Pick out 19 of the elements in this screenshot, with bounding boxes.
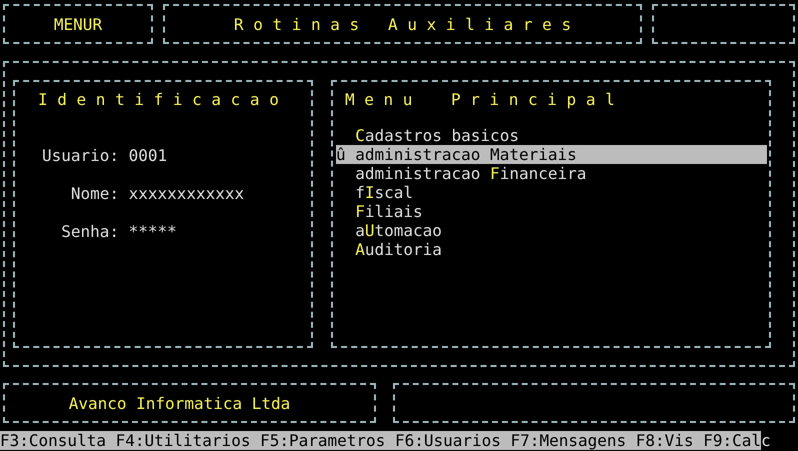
menu-item[interactable]: Auditoria bbox=[336, 240, 767, 259]
field-value: ***** bbox=[128, 222, 178, 241]
screen-title: R o t i n a s A u x i l i a r e s bbox=[163, 4, 642, 44]
menu-item[interactable]: fIscal bbox=[336, 183, 767, 202]
menu-item[interactable]: Filiais bbox=[336, 202, 767, 221]
field-label: Nome: bbox=[70, 184, 119, 203]
company-name: Avanco Informatica Ltda bbox=[3, 383, 376, 423]
menu-item[interactable]: û administracao Materiais bbox=[336, 145, 767, 164]
field-label: Usuario: bbox=[42, 146, 119, 165]
menu-item[interactable]: aUtomacao bbox=[336, 221, 767, 240]
panel-title: M e n u P r i n c i p a l bbox=[344, 90, 616, 109]
function-key-bar: F3:Consulta F4:Utilitarios F5:Parametros F6:Usuarios F7:Mensagens F8:Vis F9:Calc bbox=[0, 431, 771, 450]
field-value: 0001 bbox=[128, 146, 168, 165]
field-value: xxxxxxxxxxxx bbox=[128, 184, 246, 203]
panel-title: I d e n t i f i c a c a o bbox=[37, 90, 280, 109]
field-label: Senha: bbox=[61, 222, 119, 241]
menu-item[interactable]: Cadastros basicos bbox=[336, 126, 767, 145]
menu-item[interactable]: administracao Financeira bbox=[336, 164, 767, 183]
program-name: MENUR bbox=[3, 4, 153, 44]
